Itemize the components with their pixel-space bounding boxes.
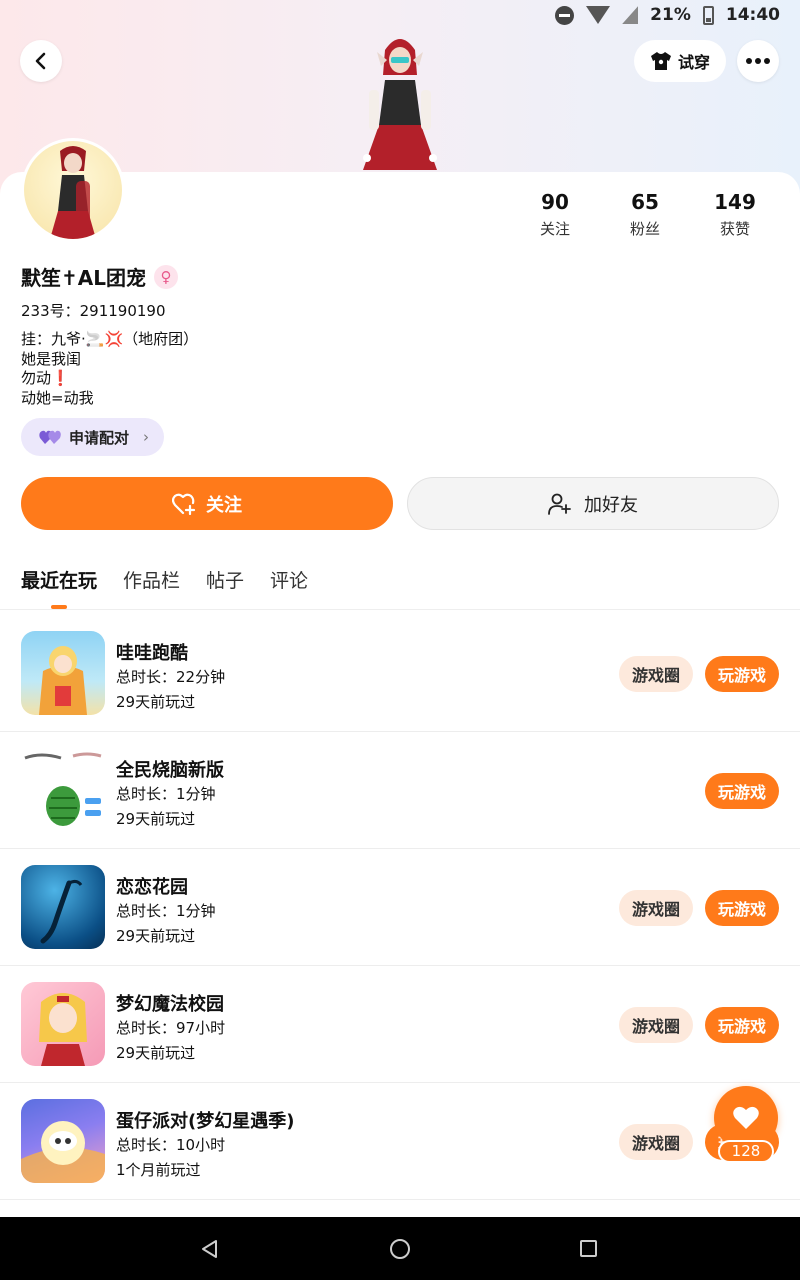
game-title: 蛋仔派对(梦幻星遇季): [116, 1111, 295, 1132]
avatar-figure: [50, 146, 96, 239]
nav-recents-icon[interactable]: [580, 1240, 597, 1257]
play-game-button[interactable]: 玩游戏: [705, 773, 779, 809]
add-friend-button[interactable]: 加好友: [407, 477, 779, 530]
followers-stat[interactable]: 65 粉丝: [600, 190, 690, 239]
list-item[interactable]: 全民烧脑新版 总时长：1分钟 29天前玩过 玩游戏: [0, 732, 800, 849]
game-last-played: 1个月前玩过: [116, 1161, 201, 1179]
following-count: 90: [541, 190, 569, 214]
tab-posts[interactable]: 帖子: [206, 566, 244, 593]
heart-plus-icon: [172, 493, 196, 515]
bio-line: 动她=动我: [21, 388, 94, 407]
follow-label: 关注: [206, 494, 242, 516]
heart-icon: [733, 1106, 759, 1129]
game-last-played: 29天前玩过: [116, 927, 196, 945]
likes-count: 149: [714, 190, 756, 214]
no-signal-icon: [622, 6, 639, 24]
list-item[interactable]: 蛋仔派对(梦幻星遇季) 总时长：10小时 1个月前玩过 游戏圈 玩游戏: [0, 1083, 800, 1200]
likes-label: 获赞: [719, 220, 750, 238]
game-duration: 总时长：1分钟: [116, 902, 216, 920]
game-icon[interactable]: [21, 982, 105, 1066]
profile-stats: 90 关注 65 粉丝 149 获赞: [510, 190, 780, 239]
nickname-row: 默笙✝AL团宠 ♀: [21, 262, 178, 291]
game-duration: 总时长：97小时: [116, 1019, 226, 1037]
chevron-right-icon: ›: [143, 428, 150, 446]
nickname: 默笙✝AL团宠: [21, 266, 146, 290]
battery-percent: 21%: [650, 5, 691, 25]
game-last-played: 29天前玩过: [116, 1044, 196, 1062]
play-game-button[interactable]: 玩游戏: [705, 1007, 779, 1043]
game-title: 恋恋花园: [116, 877, 188, 898]
game-circle-button[interactable]: 游戏圈: [619, 1007, 693, 1043]
more-options-button[interactable]: [737, 40, 779, 82]
status-bar: 21% 14:40: [0, 0, 800, 34]
do-not-disturb-icon: [555, 5, 575, 25]
game-icon[interactable]: [21, 865, 105, 949]
likes-stat[interactable]: 149 获赞: [690, 190, 780, 239]
following-label: 关注: [539, 220, 570, 238]
avatar[interactable]: [21, 138, 125, 242]
following-stat[interactable]: 90 关注: [510, 190, 600, 239]
game-last-played: 29天前玩过: [116, 810, 196, 828]
add-friend-label: 加好友: [584, 494, 638, 516]
list-item[interactable]: 哇哇跑酷 总时长：22分钟 29天前玩过 游戏圈 玩游戏: [0, 615, 800, 732]
profile-page: 21% 14:40 试穿 90 关注 65 粉丝 149 获赞 默笙✝AL团宠 …: [0, 0, 800, 1280]
followers-label: 粉丝: [629, 220, 660, 238]
female-gender-icon: ♀: [153, 264, 178, 289]
bio-line: 勿动❗: [21, 369, 70, 387]
game-icon[interactable]: [21, 748, 105, 832]
tshirt-icon: [650, 52, 671, 70]
bio: 挂：九爷·🚬💢（地府团） 她是我闺 勿动❗ 动她=动我: [21, 330, 198, 408]
game-circle-button[interactable]: 游戏圈: [619, 656, 693, 692]
add-user-icon: [548, 493, 571, 515]
request-pairing-button[interactable]: 申请配对 ›: [21, 418, 164, 456]
divider: [0, 609, 800, 610]
nav-back-icon[interactable]: [200, 1239, 220, 1259]
game-circle-button[interactable]: 游戏圈: [619, 890, 693, 926]
try-on-button[interactable]: 试穿: [634, 40, 726, 82]
game-last-played: 29天前玩过: [116, 693, 196, 711]
game-title: 梦幻魔法校园: [116, 994, 224, 1015]
more-dots-icon: [746, 58, 770, 64]
followers-count: 65: [631, 190, 659, 214]
game-title: 哇哇跑酷: [116, 643, 188, 664]
double-heart-icon: [39, 430, 61, 444]
game-icon[interactable]: [21, 1099, 105, 1183]
follow-button[interactable]: 关注: [21, 477, 393, 530]
bio-line: 她是我闺: [21, 349, 82, 368]
tab-recently-played[interactable]: 最近在玩: [21, 566, 97, 609]
user-id: 233号：291190190: [21, 302, 166, 320]
play-game-button[interactable]: 玩游戏: [705, 890, 779, 926]
game-title: 全民烧脑新版: [116, 760, 224, 781]
battery-icon: [702, 5, 714, 25]
recent-games-list: 哇哇跑酷 总时长：22分钟 29天前玩过 游戏圈 玩游戏 全民烧脑新版 总时长：…: [0, 615, 800, 1200]
tab-works[interactable]: 作品栏: [123, 566, 180, 593]
game-duration: 总时长：1分钟: [116, 785, 216, 803]
list-item[interactable]: 恋恋花园 总时长：1分钟 29天前玩过 游戏圈 玩游戏: [0, 849, 800, 966]
game-circle-button[interactable]: 游戏圈: [619, 1124, 693, 1160]
wifi-icon: [586, 6, 611, 24]
character-figure[interactable]: [355, 30, 445, 175]
system-nav-bar: [0, 1217, 800, 1280]
bio-line: 挂：九爷·🚬💢（地府团）: [21, 330, 199, 348]
game-icon[interactable]: [21, 631, 105, 715]
clock: 14:40: [725, 5, 780, 25]
list-item[interactable]: 梦幻魔法校园 总时长：97小时 29天前玩过 游戏圈 玩游戏: [0, 966, 800, 1083]
back-button[interactable]: [20, 40, 62, 82]
request-pairing-label: 申请配对: [69, 428, 130, 447]
game-duration: 总时长：22分钟: [116, 668, 226, 686]
chevron-left-icon: [35, 52, 46, 70]
like-count: 128: [718, 1140, 774, 1163]
nav-home-icon[interactable]: [390, 1239, 410, 1259]
play-game-button[interactable]: 玩游戏: [705, 656, 779, 692]
try-on-label: 试穿: [677, 53, 710, 72]
game-duration: 总时长：10小时: [116, 1136, 226, 1154]
profile-tabs: 最近在玩 作品栏 帖子 评论: [21, 566, 308, 609]
tab-comments[interactable]: 评论: [270, 566, 308, 593]
